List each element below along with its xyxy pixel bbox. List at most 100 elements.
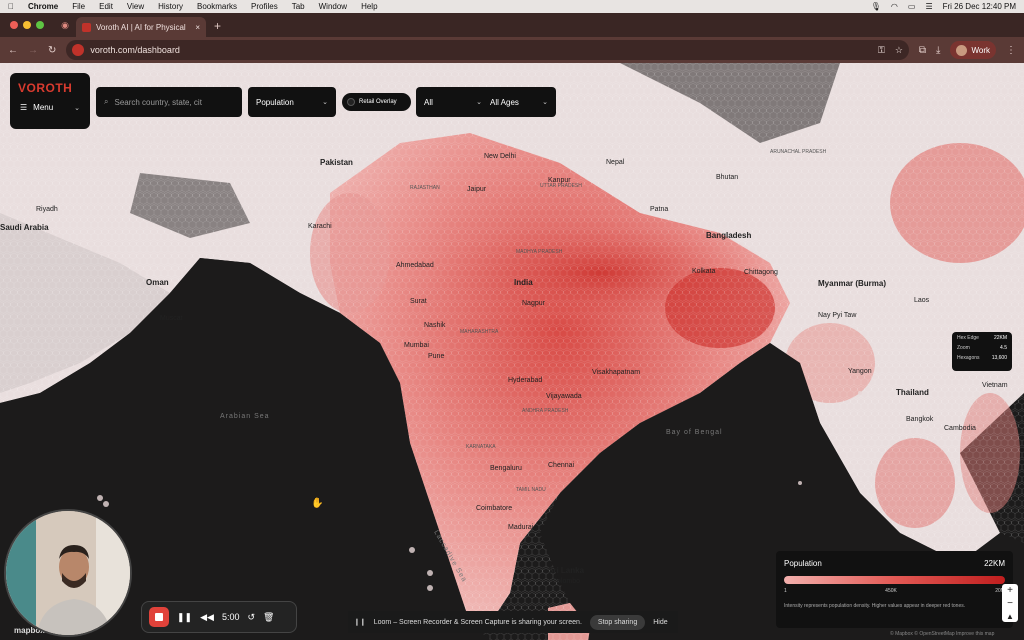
map-label-bangladesh: Bangladesh: [706, 231, 752, 240]
browser-toolbar: ← → ↻ voroth.com/dashboard ⚿ ☆ ⧉ ⤓ Work …: [0, 37, 1024, 63]
clock[interactable]: Fri 26 Dec 12:40 PM: [943, 2, 1016, 11]
forward-icon[interactable]: →: [28, 45, 38, 56]
map-label-thailand: Thailand: [896, 388, 929, 397]
more-menu-icon[interactable]: ⋮: [1006, 45, 1016, 56]
map-label-yangon: Yangon: [848, 368, 872, 375]
map-label-cambodia: Cambodia: [944, 425, 976, 432]
menu-edit[interactable]: Edit: [99, 2, 113, 11]
map-label-kolkata: Kolkata: [692, 268, 716, 275]
password-key-icon[interactable]: ⚿: [878, 45, 885, 56]
site-info-icon[interactable]: [72, 44, 85, 56]
map-attribution[interactable]: © Mapbox © OpenStreetMap Improve this ma…: [890, 631, 994, 637]
voroth-logo[interactable]: VOROTH: [10, 73, 90, 99]
back-icon[interactable]: ←: [8, 45, 18, 56]
pause-icon[interactable]: ❚❚: [177, 612, 192, 623]
brand-panel: VOROTH ☰ Menu ⌄: [10, 73, 90, 129]
drag-handle-icon[interactable]: ❙❙: [354, 618, 366, 626]
logo-text: VOROTH: [18, 81, 73, 95]
map-zoom-controls: + − ▲: [1002, 584, 1018, 622]
reload-icon[interactable]: ↻: [48, 45, 56, 56]
bookmark-star-icon[interactable]: ☆: [895, 45, 903, 56]
map-label-hyderabad: Hyderabad: [508, 377, 543, 384]
map-label-karnataka: KARNATAKA: [466, 444, 496, 450]
zoom-label: Zoom: [957, 345, 970, 351]
map-label-chennai: Chennai: [548, 462, 575, 469]
map-label-bengaluru: Bengaluru: [490, 465, 522, 472]
retail-overlay-toggle[interactable]: Retail Overlay: [342, 93, 411, 111]
legend-tick-min: 1: [784, 588, 787, 594]
menu-help[interactable]: Help: [361, 2, 377, 11]
map-label-nay-pyi-taw: Nay Pyi Taw: [818, 312, 857, 319]
map-label-pakistan: Pakistan: [320, 158, 353, 167]
search-input[interactable]: ⌕ Search country, state, cit: [96, 87, 242, 117]
map-label-nepal: Nepal: [606, 159, 625, 166]
new-tab-button[interactable]: +: [206, 19, 229, 37]
app-menu-chrome[interactable]: Chrome: [28, 2, 58, 11]
loom-recording-controls: ❚❚ ◀◀ 5:00 ↺ 🗑: [141, 601, 297, 633]
tab-voroth[interactable]: Voroth AI | AI for Physical ×: [76, 17, 206, 37]
share-status-text: Loom – Screen Recorder & Screen Capture …: [373, 618, 582, 626]
hide-button[interactable]: Hide: [653, 619, 667, 626]
profile-button[interactable]: Work: [950, 41, 996, 59]
minimize-window-icon[interactable]: [23, 21, 31, 29]
menu-window[interactable]: Window: [319, 2, 347, 11]
demographic-filters: All ⌄ All Ages ⌄: [416, 87, 556, 117]
search-icon: ⌕: [104, 97, 109, 106]
wifi-icon[interactable]: ◠: [891, 2, 898, 11]
map-label-laos: Laos: [914, 297, 930, 304]
legend-tick-mid: 450K: [885, 588, 897, 594]
map-label-bay-of-bengal: Bay of Bengal: [666, 429, 723, 436]
hamburger-icon: ☰: [20, 103, 28, 112]
stop-recording-button[interactable]: [149, 607, 169, 627]
map-label-nagpur: Nagpur: [522, 300, 545, 307]
map-label-madhya-pradesh: MADHYA PRADESH: [516, 249, 563, 255]
rewind-icon[interactable]: ◀◀: [200, 612, 214, 623]
map-label-uttar-pradesh: UTTAR PRADESH: [540, 183, 582, 189]
map-label-coimbatore: Coimbatore: [476, 505, 513, 512]
maximize-window-icon[interactable]: [36, 21, 44, 29]
compass-icon[interactable]: ▲: [1006, 612, 1014, 621]
control-center-icon[interactable]: ☰: [925, 2, 932, 11]
stop-sharing-button[interactable]: Stop sharing: [589, 614, 646, 630]
hex-info-panel: Hex Edge 22KM Zoom 4.5 Hexagons 13,600: [952, 332, 1012, 371]
address-bar[interactable]: voroth.com/dashboard ⚿ ☆: [66, 40, 909, 60]
menu-profiles[interactable]: Profiles: [251, 2, 278, 11]
population-legend: Population 22KM 1 450K 20M Intensity rep…: [776, 551, 1013, 628]
menu-bookmarks[interactable]: Bookmarks: [197, 2, 237, 11]
tab-close-icon[interactable]: ×: [195, 23, 200, 32]
gender-filter-value: All: [424, 97, 433, 107]
hexagons-value: 13,600: [991, 355, 1007, 361]
close-window-icon[interactable]: [10, 21, 18, 29]
menu-view[interactable]: View: [127, 2, 144, 11]
map-label-vijayawada: Vijayawada: [546, 393, 582, 400]
map-label-arabian-sea: Arabian Sea: [220, 413, 270, 420]
menu-label: Menu: [33, 103, 54, 112]
zoom-out-button[interactable]: −: [1007, 598, 1013, 609]
trash-icon[interactable]: 🗑: [263, 612, 274, 623]
menu-button[interactable]: ☰ Menu ⌄: [10, 99, 90, 116]
apple-icon[interactable]: : [8, 2, 14, 11]
menu-tab[interactable]: Tab: [292, 2, 305, 11]
zoom-in-button[interactable]: +: [1007, 585, 1013, 596]
extensions-icon[interactable]: ⧉: [919, 45, 926, 56]
pinned-tab[interactable]: ◉: [54, 15, 76, 35]
map-label-pune: Pune: [428, 353, 445, 360]
metric-select[interactable]: Population ⌄: [248, 87, 336, 117]
gender-filter-select[interactable]: All ⌄: [424, 98, 482, 107]
map-label-andhra-pradesh: ANDHRA PRADESH: [522, 408, 569, 414]
recording-timer: 5:00: [221, 612, 240, 622]
microphone-icon[interactable]: 🎙: [871, 2, 881, 11]
menu-file[interactable]: File: [72, 2, 85, 11]
loom-webcam-bubble[interactable]: [4, 509, 132, 637]
webcam-person-image: [6, 511, 130, 635]
battery-icon[interactable]: ▭: [908, 2, 916, 11]
hex-edge-label: Hex Edge: [957, 335, 979, 341]
age-filter-select[interactable]: All Ages ⌄: [490, 98, 548, 107]
chevron-down-icon: ⌄: [542, 99, 548, 106]
search-placeholder: Search country, state, cit: [114, 97, 202, 107]
url-text[interactable]: voroth.com/dashboard: [90, 45, 180, 55]
menu-history[interactable]: History: [158, 2, 183, 11]
download-icon[interactable]: ⤓: [936, 45, 940, 56]
restart-icon[interactable]: ↺: [247, 612, 255, 623]
macos-menu-bar:  Chrome File Edit View History Bookmark…: [0, 0, 1024, 13]
